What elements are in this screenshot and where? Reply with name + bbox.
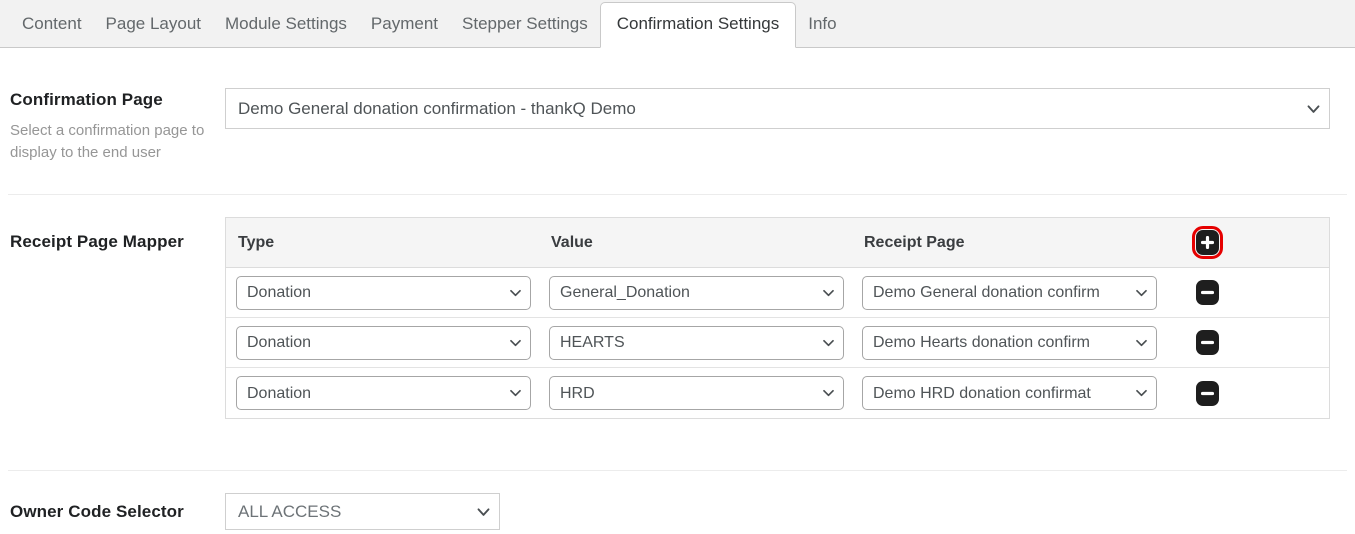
remove-row-button[interactable] (1196, 280, 1219, 305)
tab-info[interactable]: Info (796, 2, 848, 47)
minus-icon (1201, 340, 1214, 345)
value-select-wrapper: HEARTS (549, 325, 844, 360)
column-header-receipt-page: Receipt Page (864, 233, 965, 251)
column-header-value: Value (551, 233, 593, 251)
receipt-page-select[interactable]: Demo Hearts donation confirm (862, 325, 1157, 360)
confirmation-page-label-block: Confirmation Page Select a confirmation … (0, 88, 225, 164)
receipt-page-select[interactable]: Demo HRD donation confirmat (862, 376, 1157, 410)
owner-code-select-wrapper: ALL ACCESS (225, 493, 500, 530)
type-select[interactable]: Donation (236, 325, 531, 360)
mapper-row: Donation HRD Demo HRD donation confirmat (226, 368, 1329, 418)
type-select[interactable]: Donation (236, 376, 531, 410)
mapper-header-row: Type Value Receipt Page (226, 218, 1329, 268)
section-divider (8, 194, 1347, 195)
remove-row-button[interactable] (1196, 380, 1219, 406)
value-select[interactable]: General_Donation (549, 275, 844, 310)
value-select-wrapper: General_Donation (549, 275, 844, 310)
owner-code-select[interactable]: ALL ACCESS (225, 493, 500, 530)
remove-row-button[interactable] (1196, 330, 1219, 355)
add-row-button[interactable] (1192, 226, 1223, 259)
settings-tab-bar: Content Page Layout Module Settings Paym… (0, 0, 1355, 48)
tab-stepper-settings[interactable]: Stepper Settings (450, 2, 600, 47)
type-select[interactable]: Donation (236, 275, 531, 310)
receipt-page-mapper-label: Receipt Page Mapper (10, 232, 184, 251)
tab-module-settings[interactable]: Module Settings (213, 2, 359, 47)
section-divider (8, 470, 1347, 471)
receipt-page-select-wrapper: Demo General donation confirm (862, 275, 1157, 310)
receipt-page-mapper-section: Receipt Page Mapper Type Value Receipt P… (0, 217, 1355, 419)
column-header-type: Type (238, 233, 275, 251)
receipt-page-select[interactable]: Demo General donation confirm (862, 275, 1157, 310)
type-select-wrapper: Donation (236, 376, 531, 410)
mapper-row: Donation General_Donation Demo General d… (226, 268, 1329, 318)
type-select-wrapper: Donation (236, 325, 531, 360)
owner-code-selector-label: Owner Code Selector (10, 502, 184, 521)
confirmation-page-select[interactable]: Demo General donation confirmation - tha… (225, 88, 1330, 129)
mapper-row: Donation HEARTS Demo Hearts donation con… (226, 318, 1329, 368)
value-select[interactable]: HEARTS (549, 325, 844, 360)
value-select[interactable]: HRD (549, 376, 844, 410)
confirmation-page-select-wrapper: Demo General donation confirmation - tha… (225, 88, 1330, 129)
tab-page-layout[interactable]: Page Layout (94, 2, 213, 47)
tab-payment[interactable]: Payment (359, 2, 450, 47)
confirmation-page-label: Confirmation Page (10, 90, 163, 109)
tab-confirmation-settings[interactable]: Confirmation Settings (599, 2, 797, 48)
confirmation-page-section: Confirmation Page Select a confirmation … (0, 88, 1355, 164)
type-select-wrapper: Donation (236, 275, 531, 310)
tab-content[interactable]: Content (10, 2, 94, 47)
minus-icon (1201, 391, 1214, 396)
owner-code-selector-section: Owner Code Selector ALL ACCESS (0, 493, 1355, 530)
receipt-page-select-wrapper: Demo Hearts donation confirm (862, 325, 1157, 360)
confirmation-page-help-text: Select a confirmation page to display to… (10, 122, 205, 161)
plus-icon (1201, 236, 1214, 249)
value-select-wrapper: HRD (549, 376, 844, 410)
minus-icon (1201, 290, 1214, 295)
receipt-page-select-wrapper: Demo HRD donation confirmat (862, 376, 1157, 410)
receipt-page-mapper-table: Type Value Receipt Page Donation General… (225, 217, 1330, 419)
